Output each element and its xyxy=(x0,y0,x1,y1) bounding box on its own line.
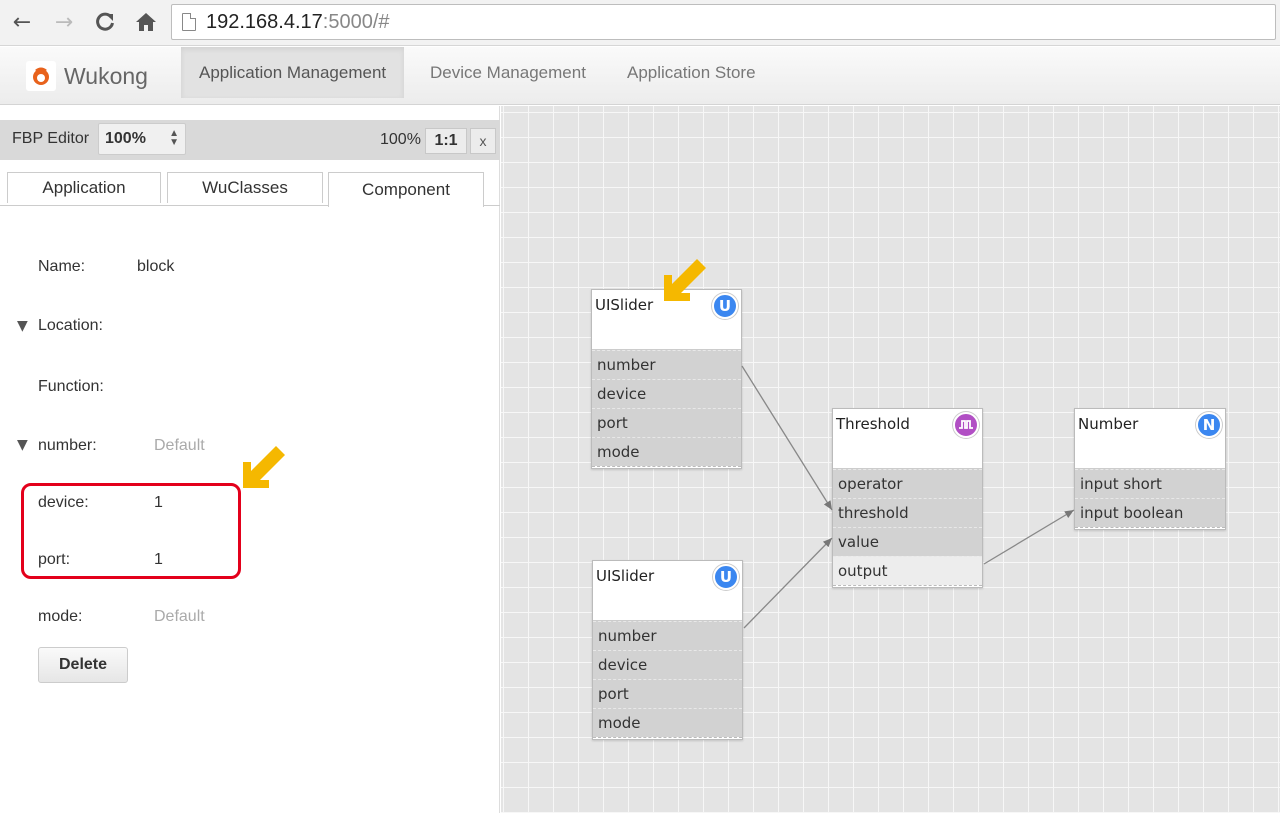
block-property[interactable]: port xyxy=(592,408,741,437)
editor-tabs: Application WuClasses Component xyxy=(0,172,500,207)
zoom-select-value: 100% xyxy=(105,130,146,147)
block-property[interactable]: output xyxy=(833,556,982,585)
name-value[interactable]: block xyxy=(137,258,174,276)
block-header: UISlider U xyxy=(592,290,741,350)
block-property[interactable]: mode xyxy=(593,708,742,737)
name-label: Name: xyxy=(38,258,86,275)
nav-label: Application Store xyxy=(627,62,756,82)
nav-application-management[interactable]: Application Management xyxy=(181,47,405,98)
block-badge: N xyxy=(1196,412,1222,438)
arrow-right-icon[interactable]: → xyxy=(50,8,78,36)
block-header: Number N xyxy=(1075,409,1225,469)
port-value[interactable]: 1 xyxy=(154,551,163,569)
nav-device-management[interactable]: Device Management xyxy=(412,47,604,98)
zoom-select[interactable]: 100% ▲ ▼ xyxy=(98,123,186,155)
device-label: device: xyxy=(38,494,89,511)
block-property[interactable]: threshold xyxy=(833,498,982,527)
number-value[interactable]: Default xyxy=(154,437,205,455)
expand-triangle-icon[interactable]: ▼ xyxy=(17,437,28,453)
block-uislider-2[interactable]: UISlider U number device port mode xyxy=(592,560,743,740)
block-badge: U xyxy=(712,293,738,319)
editor-label: FBP Editor xyxy=(12,130,90,147)
browser-toolbar: ← → 192.168.4.17:5000/# xyxy=(0,0,1280,46)
block-badge: U xyxy=(713,564,739,590)
reload-icon[interactable] xyxy=(91,8,119,36)
tab-application[interactable]: Application xyxy=(7,172,161,203)
mode-value[interactable]: Default xyxy=(154,608,205,626)
nav-application-store[interactable]: Application Store xyxy=(609,47,774,98)
block-property[interactable]: input boolean xyxy=(1075,498,1225,527)
block-property[interactable]: number xyxy=(592,350,741,379)
updown-arrows-icon: ▲ ▼ xyxy=(169,128,179,148)
block-property[interactable]: device xyxy=(593,650,742,679)
block-title: UISlider xyxy=(595,296,654,314)
left-panel: FBP Editor 100% ▲ ▼ 100% 1:1 x Applicatio… xyxy=(0,106,500,813)
block-property[interactable]: number xyxy=(593,621,742,650)
block-property[interactable]: device xyxy=(592,379,741,408)
block-property[interactable]: port xyxy=(593,679,742,708)
block-number[interactable]: Number N input short input boolean xyxy=(1074,408,1226,530)
tab-component[interactable]: Component xyxy=(328,172,484,207)
home-icon[interactable] xyxy=(132,8,160,36)
app-navbar: Wukong Application Management Device Man… xyxy=(0,47,1280,105)
block-threshold[interactable]: Threshold operator threshold value outpu… xyxy=(832,408,983,588)
page-icon xyxy=(182,13,196,31)
brand-name: Wukong xyxy=(64,62,148,89)
block-footer xyxy=(1075,527,1225,529)
number-label: number: xyxy=(38,437,97,454)
block-footer xyxy=(592,466,741,468)
close-button[interactable]: x xyxy=(470,128,496,154)
zoom-percent: 100% xyxy=(380,131,421,148)
block-uislider-1[interactable]: UISlider U number device port mode xyxy=(591,289,742,469)
nav-label: Application Management xyxy=(199,62,387,82)
block-footer xyxy=(593,737,742,739)
device-value[interactable]: 1 xyxy=(154,494,163,512)
delete-button[interactable]: Delete xyxy=(38,647,128,683)
arrow-left-icon[interactable]: ← xyxy=(8,8,36,36)
block-property[interactable]: mode xyxy=(592,437,741,466)
block-header: Threshold xyxy=(833,409,982,469)
ratio-button[interactable]: 1:1 xyxy=(425,128,467,154)
port-label: port: xyxy=(38,551,71,568)
tab-label: WuClasses xyxy=(202,178,288,197)
expand-triangle-icon[interactable]: ▼ xyxy=(17,318,28,334)
url-path: :5000/# xyxy=(322,10,390,33)
block-property[interactable]: operator xyxy=(833,469,982,498)
threshold-icon xyxy=(953,412,979,438)
function-label: Function: xyxy=(38,378,104,395)
mode-label: mode: xyxy=(38,608,83,625)
nav-label: Device Management xyxy=(430,62,586,82)
block-title: UISlider xyxy=(596,567,655,585)
wukong-logo-icon xyxy=(26,61,56,91)
location-label: Location: xyxy=(38,317,103,334)
block-header: UISlider U xyxy=(593,561,742,621)
block-title: Number xyxy=(1078,415,1139,433)
block-property[interactable]: input short xyxy=(1075,469,1225,498)
block-footer xyxy=(833,585,982,587)
editor-toolbar: FBP Editor 100% ▲ ▼ 100% 1:1 x xyxy=(0,120,500,160)
address-bar[interactable]: 192.168.4.17:5000/# xyxy=(171,4,1276,40)
tab-label: Application xyxy=(42,178,126,197)
block-title: Threshold xyxy=(836,415,910,433)
block-property[interactable]: value xyxy=(833,527,982,556)
url-host: 192.168.4.17 xyxy=(206,10,323,33)
tab-wuclasses[interactable]: WuClasses xyxy=(167,172,323,203)
tab-label: Component xyxy=(362,180,450,199)
brand[interactable]: Wukong xyxy=(26,59,148,93)
